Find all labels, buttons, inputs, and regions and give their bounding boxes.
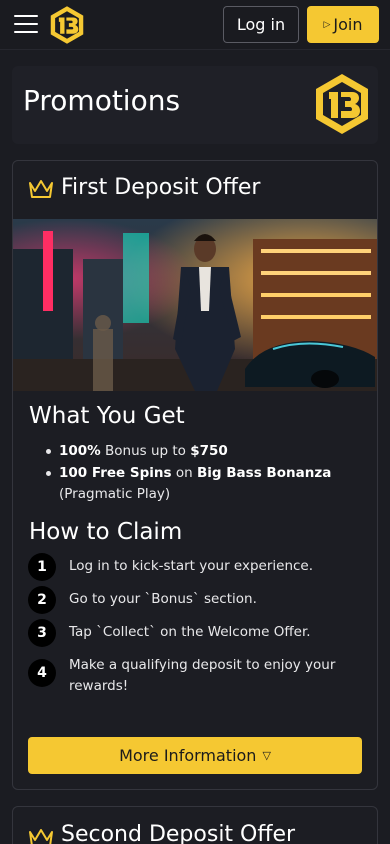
brand-logo-large — [316, 74, 368, 134]
step-text: Go to your `Bonus` section. — [69, 591, 257, 607]
second-deposit-card: Second Deposit Offer — [12, 806, 378, 844]
step-number: 3 — [28, 619, 56, 647]
join-label: Join — [333, 15, 363, 34]
crown-icon — [29, 180, 53, 198]
list-item: 100% Bonus up to $750 — [46, 441, 359, 462]
list-item: 3 Tap `Collect` on the Welcome Offer. — [28, 619, 368, 647]
promo-hero-image — [13, 219, 377, 391]
list-item: 2 Go to your `Bonus` section. — [28, 586, 368, 614]
how-to-claim-heading: How to Claim — [29, 519, 183, 545]
menu-icon[interactable] — [14, 13, 38, 33]
promotions-banner: Promotions — [12, 66, 378, 144]
more-information-label: More Information — [119, 746, 257, 765]
benefit-amount: $750 — [190, 443, 228, 459]
list-item: 100 Free Spins on Big Bass Bonanza (Prag… — [46, 463, 359, 505]
benefits-list: 100% Bonus up to $750 100 Free Spins on … — [46, 441, 359, 506]
list-item: 4 Make a qualifying deposit to enjoy you… — [28, 652, 368, 697]
crown-icon — [29, 829, 53, 844]
page-title: Promotions — [23, 84, 181, 117]
brand-logo[interactable] — [48, 5, 86, 45]
card-title: First Deposit Offer — [61, 175, 261, 200]
step-text: Log in to kick-start your experience. — [69, 558, 314, 574]
more-information-button[interactable]: More Information ▽ — [28, 737, 362, 774]
card-header: First Deposit Offer — [13, 161, 377, 219]
benefit-game: Big Bass Bonanza — [196, 465, 332, 481]
login-button[interactable]: Log in — [223, 6, 299, 43]
play-icon: ▷ — [323, 19, 331, 30]
step-number: 4 — [28, 659, 56, 687]
benefit-amount: 100% — [59, 443, 101, 459]
step-text: Make a qualifying deposit to enjoy your … — [69, 657, 336, 694]
chevron-down-icon: ▽ — [262, 749, 271, 762]
first-deposit-card: First Deposit Offer What You Get 100% Bo… — [12, 160, 378, 790]
card-title: Second Deposit Offer — [61, 822, 296, 844]
benefit-amount: 100 Free Spins — [59, 465, 172, 481]
top-bar: Log in ▷ Join — [0, 0, 390, 50]
benefit-text: (Pragmatic Play) — [59, 486, 171, 502]
join-button[interactable]: ▷ Join — [307, 6, 379, 43]
step-text: Tap `Collect` on the Welcome Offer. — [69, 624, 311, 640]
what-you-get-heading: What You Get — [29, 403, 185, 429]
benefit-text: Bonus up to — [100, 443, 191, 459]
step-number: 2 — [28, 586, 56, 614]
benefit-text: on — [171, 465, 197, 481]
step-number: 1 — [28, 553, 56, 581]
steps-list: 1 Log in to kick-start your experience. … — [28, 553, 368, 697]
list-item: 1 Log in to kick-start your experience. — [28, 553, 368, 581]
